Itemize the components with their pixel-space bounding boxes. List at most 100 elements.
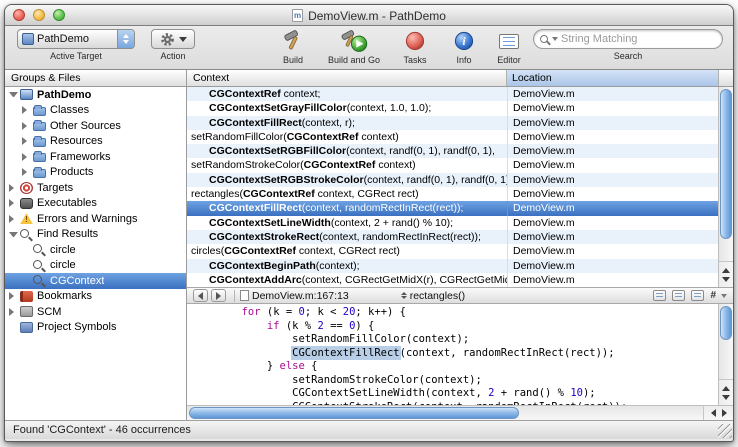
result-row[interactable]: CGContextRef context;DemoView.m (187, 87, 718, 101)
disclosure-closed-icon[interactable] (22, 153, 31, 161)
sidebar-item-bookmarks[interactable]: Bookmarks (5, 289, 186, 305)
scm-icon (20, 306, 33, 317)
result-location-cell: DemoView.m (507, 173, 718, 187)
sidebar-item-pathdemo[interactable]: PathDemo (5, 87, 186, 103)
build-button[interactable]: Build (273, 29, 313, 65)
result-row[interactable]: rectangles(CGContextRef context, CGRect … (187, 187, 718, 201)
sidebar-item-errors-and-warnings[interactable]: Errors and Warnings (5, 211, 186, 227)
action-label: Action (160, 51, 185, 61)
result-row[interactable]: CGContextSetGrayFillColor(context, 1.0, … (187, 101, 718, 115)
resize-grip-icon[interactable] (718, 424, 732, 438)
column-header-context[interactable]: Context (187, 70, 507, 86)
editor-scrollbar[interactable] (718, 304, 733, 405)
result-row[interactable]: circles(CGContextRef context, CGRect rec… (187, 244, 718, 258)
disclosure-none-icon (22, 265, 31, 266)
scroll-up-icon[interactable] (722, 268, 730, 273)
sidebar-item-scm[interactable]: SCM (5, 304, 186, 320)
search-field[interactable] (533, 29, 723, 49)
disclosure-closed-icon[interactable] (22, 122, 31, 130)
result-row[interactable]: CGContextAddArc(context, CGRectGetMidX(r… (187, 273, 718, 287)
disclosure-none-icon (22, 249, 31, 250)
breakpoints-menu-icon[interactable] (672, 290, 685, 301)
result-row[interactable]: CGContextSetLineWidth(context, 2 + rand(… (187, 216, 718, 230)
result-location-cell: DemoView.m (507, 130, 718, 144)
build-and-go-button[interactable]: Build and Go (321, 29, 387, 65)
result-row[interactable]: CGContextSetRGBFillColor(context, randf(… (187, 144, 718, 158)
result-location-cell: DemoView.m (507, 201, 718, 215)
sidebar-item-label: Project Symbols (37, 321, 116, 333)
result-row[interactable]: CGContextFillRect(context, randomRectInR… (187, 201, 718, 215)
active-target-popup[interactable]: PathDemo (17, 29, 135, 49)
hammer-go-icon (339, 29, 369, 53)
search-icon[interactable] (540, 35, 558, 43)
navbar-separator (234, 290, 235, 302)
disclosure-closed-icon[interactable] (9, 215, 18, 223)
results-scrollbar[interactable] (718, 87, 733, 287)
sidebar-item-products[interactable]: Products (5, 165, 186, 181)
scroll-down-icon[interactable] (722, 277, 730, 282)
counterpart-file-icon[interactable] (691, 290, 704, 301)
folder-icon (33, 153, 46, 162)
sidebar-item-cgcontext[interactable]: CGContext (5, 273, 186, 289)
sidebar-item-classes[interactable]: Classes (5, 103, 186, 119)
executable-icon (20, 198, 33, 209)
results-scrollbar-thumb[interactable] (720, 89, 732, 239)
sidebar-item-find-results[interactable]: Find Results (5, 227, 186, 243)
titlebar[interactable]: m DemoView.m - PathDemo (5, 5, 733, 26)
code-area[interactable]: for (k = 0; k < 20; k++) { if (k % 2 == … (187, 304, 718, 405)
find-icon (20, 229, 33, 240)
sidebar-item-frameworks[interactable]: Frameworks (5, 149, 186, 165)
result-row[interactable]: setRandomStrokeColor(CGContextRef contex… (187, 158, 718, 172)
disclosure-closed-icon[interactable] (9, 184, 18, 192)
editor-navbar: DemoView.m:167:13 rectangles() # (187, 287, 733, 304)
sidebar-item-circle[interactable]: circle (5, 258, 186, 274)
result-row[interactable]: CGContextBeginPath(context);DemoView.m (187, 259, 718, 273)
disclosure-open-icon[interactable] (9, 232, 18, 237)
function-popup[interactable]: rectangles() (401, 290, 465, 302)
sidebar-item-label: Classes (50, 104, 89, 116)
disclosure-closed-icon[interactable] (22, 168, 31, 176)
scroll-down-icon[interactable] (722, 395, 730, 400)
sidebar-item-targets[interactable]: Targets (5, 180, 186, 196)
disclosure-closed-icon[interactable] (9, 292, 18, 300)
forward-button[interactable] (211, 289, 226, 302)
editor-hscrollbar-thumb[interactable] (189, 407, 519, 419)
sidebar-item-executables[interactable]: Executables (5, 196, 186, 212)
code-line: CGContextSetLineWidth(context, 2 + rand(… (191, 387, 718, 401)
scroll-left-icon[interactable] (711, 409, 716, 417)
symbols-popup-icon[interactable]: # (710, 290, 727, 301)
editor-button[interactable]: Editor (489, 29, 529, 65)
result-row[interactable]: CGContextStrokeRect(context, randomRectI… (187, 230, 718, 244)
column-header-location[interactable]: Location (507, 70, 718, 86)
disclosure-closed-icon[interactable] (22, 106, 31, 114)
disclosure-open-icon[interactable] (9, 92, 18, 97)
file-history-popup[interactable]: DemoView.m:167:13 (240, 290, 349, 302)
info-button[interactable]: i Info (447, 29, 481, 65)
code-line: CGContextFillRect(context, randomRectInR… (191, 347, 718, 361)
scroll-up-icon[interactable] (722, 386, 730, 391)
sidebar-item-resources[interactable]: Resources (5, 134, 186, 150)
status-text: Found 'CGContext' - 46 occurrences (13, 424, 191, 436)
toolbar: PathDemo Active Target Action (5, 26, 733, 70)
sidebar-item-label: SCM (37, 306, 61, 318)
scroll-right-icon[interactable] (722, 409, 727, 417)
disclosure-closed-icon[interactable] (9, 199, 18, 207)
document-icon: m (292, 9, 303, 22)
navbar-right-icons: # (653, 290, 727, 301)
tasks-button[interactable]: Tasks (395, 29, 435, 65)
action-button[interactable] (151, 29, 195, 49)
editor-scrollbar-thumb[interactable] (720, 306, 732, 340)
disclosure-closed-icon[interactable] (9, 308, 18, 316)
gear-icon (160, 32, 175, 47)
sidebar-item-other-sources[interactable]: Other Sources (5, 118, 186, 134)
result-row[interactable]: CGContextFillRect(context, r);DemoView.m (187, 116, 718, 130)
search-input[interactable] (561, 33, 716, 45)
sidebar-item-project-symbols[interactable]: Project Symbols (5, 320, 186, 336)
sidebar-item-circle[interactable]: circle (5, 242, 186, 258)
result-row[interactable]: setRandomFillColor(CGContextRef context)… (187, 130, 718, 144)
editor-hscrollbar[interactable] (187, 405, 733, 420)
bookmarks-menu-icon[interactable] (653, 290, 666, 301)
back-button[interactable] (193, 289, 208, 302)
disclosure-closed-icon[interactable] (22, 137, 31, 145)
result-row[interactable]: CGContextSetRGBStrokeColor(context, rand… (187, 173, 718, 187)
